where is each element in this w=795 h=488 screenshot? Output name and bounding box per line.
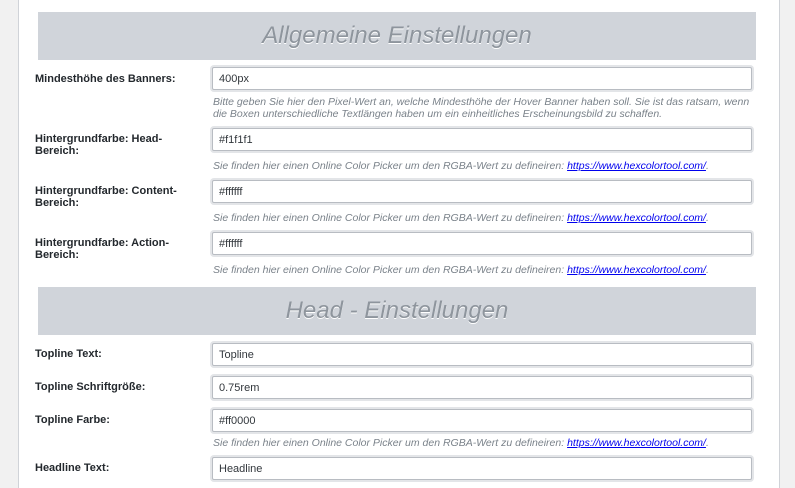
bg-head-hint: Sie finden hier einen Online Color Picke… [213,160,758,172]
hint-suffix: . [705,212,709,224]
bg-action-input[interactable] [212,232,752,255]
bg-action-label: Hintergrundfarbe: Action-Bereich: [35,237,170,261]
hint-text: Sie finden hier einen Online Color Picke… [213,437,568,449]
topline-text-input[interactable] [212,343,752,366]
section-header-general: Allgemeine Einstellungen [38,12,756,60]
hexcolortool-link[interactable]: https://www.hexcolortool.com/ [567,264,706,276]
banner-height-label: Mindesthöhe des Banners: [35,73,176,85]
headline-text-label: Headline Text: [35,462,110,474]
topline-color-label: Topline Farbe: [35,414,110,426]
hint-text: Sie finden hier einen Online Color Picke… [213,160,568,172]
bg-action-hint: Sie finden hier einen Online Color Picke… [213,264,758,276]
headline-text-input[interactable] [212,457,752,480]
topline-color-hint: Sie finden hier einen Online Color Picke… [213,437,758,449]
hint-suffix: . [705,160,709,172]
bg-head-label: Hintergrundfarbe: Head-Bereich: [35,133,163,157]
hexcolortool-link[interactable]: https://www.hexcolortool.com/ [567,437,706,449]
section-title-head: Head - Einstellungen [285,297,509,324]
hint-suffix: . [705,437,709,449]
bg-head-input[interactable] [212,128,752,151]
topline-text-label: Topline Text: [35,348,102,360]
section-title-general: Allgemeine Einstellungen [262,22,532,49]
topline-size-input[interactable] [212,376,752,399]
hint-text: Sie finden hier einen Online Color Picke… [213,212,568,224]
hint-suffix: . [705,264,709,276]
bg-content-label: Hintergrundfarbe: Content-Bereich: [35,185,177,209]
hexcolortool-link[interactable]: https://www.hexcolortool.com/ [567,212,706,224]
section-header-head: Head - Einstellungen [38,287,756,335]
banner-height-input[interactable] [212,67,752,90]
bg-content-input[interactable] [212,180,752,203]
banner-height-description: Bitte geben Sie hier den Pixel-Wert an, … [213,96,750,120]
topline-color-input[interactable] [212,409,752,432]
bg-content-hint: Sie finden hier einen Online Color Picke… [213,212,758,224]
hexcolortool-link[interactable]: https://www.hexcolortool.com/ [567,160,706,172]
hint-text: Sie finden hier einen Online Color Picke… [213,264,568,276]
topline-size-label: Topline Schriftgröße: [35,381,146,393]
